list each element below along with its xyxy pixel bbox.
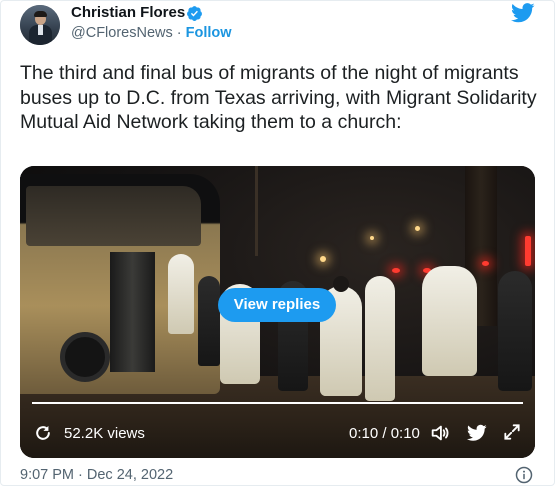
tweet-timestamp[interactable]: 9:07 PM · Dec 24, 2022 — [20, 467, 173, 483]
view-count: 52.2K views — [64, 425, 145, 442]
expand-icon[interactable] — [502, 422, 522, 442]
author-name[interactable]: Christian Flores — [71, 4, 185, 21]
replay-icon[interactable] — [33, 423, 53, 443]
follow-button[interactable]: Follow — [186, 25, 232, 41]
volume-icon[interactable] — [429, 422, 451, 444]
video-time: 0:10 / 0:10 — [349, 425, 420, 442]
twitter-bird-icon[interactable] — [511, 3, 535, 23]
avatar[interactable] — [20, 5, 60, 45]
tweet-text: The third and final bus of migrants of t… — [20, 62, 537, 133]
video-progress-bar[interactable] — [32, 402, 523, 404]
video-progress-fill — [32, 402, 523, 404]
twitter-bird-icon[interactable] — [467, 424, 487, 442]
verified-badge-icon — [187, 6, 202, 21]
video-player[interactable]: View replies 52.2K views 0:10 / 0:10 — [20, 166, 535, 458]
tweet-card: Christian Flores @CFloresNews · Follow T… — [0, 0, 555, 486]
author-handle[interactable]: @CFloresNews — [71, 25, 173, 41]
author-handle-row: @CFloresNews · Follow — [71, 25, 232, 41]
info-icon[interactable] — [515, 466, 533, 484]
view-replies-button[interactable]: View replies — [218, 288, 336, 322]
separator-dot: · — [172, 25, 186, 41]
